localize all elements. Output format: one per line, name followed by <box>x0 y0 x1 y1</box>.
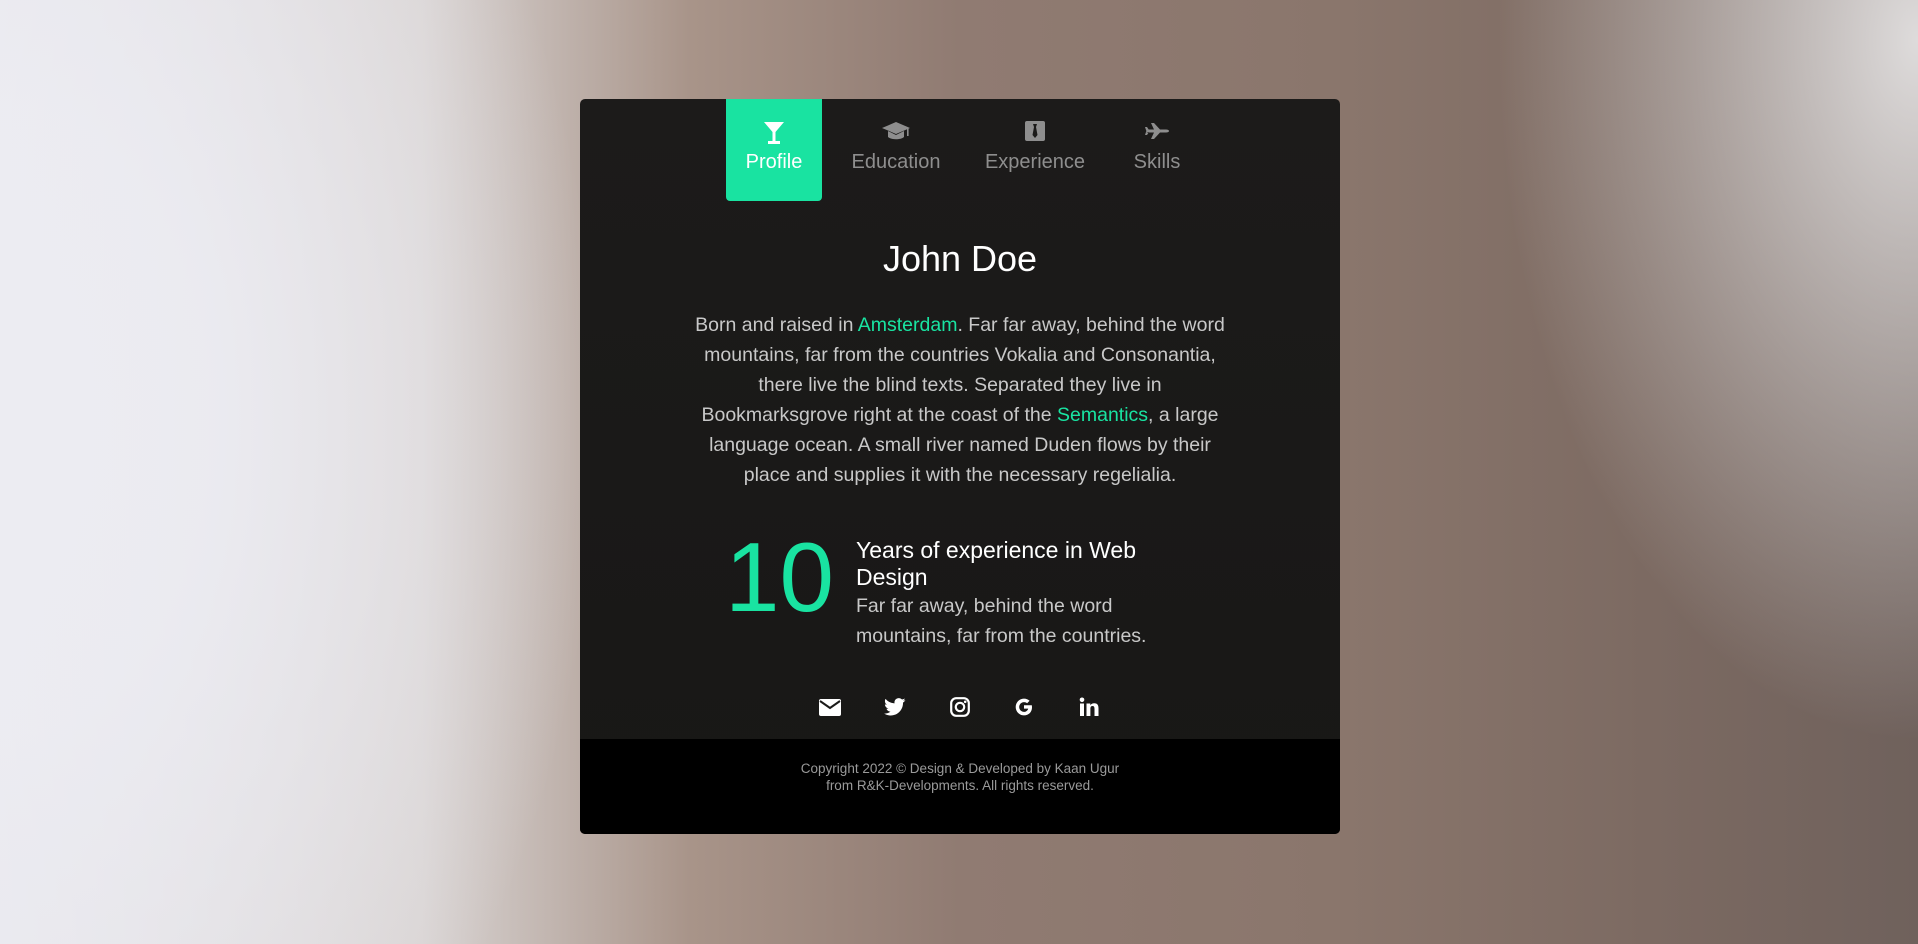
tab-bar: Profile Education Experience Skills <box>580 99 1340 201</box>
tab-label: Education <box>851 151 941 173</box>
experience-stat: 10 Years of experience in Web Design Far… <box>725 527 1205 647</box>
profile-card: Profile Education Experience Skills John… <box>580 99 1340 834</box>
footer: Copyright 2022 © Design & Developed by K… <box>580 739 1340 834</box>
envelope-icon[interactable] <box>816 693 844 721</box>
stat-number: 10 <box>725 522 835 632</box>
tab-education[interactable]: Education <box>842 99 950 201</box>
copyright-text: Copyright 2022 © Design & Developed by K… <box>800 761 1120 776</box>
cocktail-glass-icon <box>763 119 785 147</box>
airplane-icon <box>1144 117 1170 145</box>
google-icon[interactable] <box>1010 693 1038 721</box>
tab-label: Profile <box>745 151 803 173</box>
suit-tie-icon <box>1024 117 1046 145</box>
tab-label: Skills <box>1133 151 1181 173</box>
profile-bio: Born and raised in Amsterdam. Far far aw… <box>695 310 1225 490</box>
amsterdam-link[interactable]: Amsterdam <box>858 314 958 336</box>
copyright-text: from R&K-Developments. All rights reserv… <box>826 778 1094 793</box>
stat-description: Far far away, behind the word mountains,… <box>856 595 1147 647</box>
tab-label: Experience <box>984 151 1086 173</box>
social-links <box>580 693 1340 723</box>
twitter-icon[interactable] <box>881 693 909 721</box>
graduation-cap-icon <box>881 117 911 145</box>
tab-skills[interactable]: Skills <box>1120 99 1194 201</box>
stat-title: Years of experience in Web Design <box>856 537 1137 590</box>
profile-name: John Doe <box>882 238 1038 279</box>
tab-experience[interactable]: Experience <box>977 99 1093 201</box>
linkedin-icon[interactable] <box>1075 693 1103 721</box>
semantics-link[interactable]: Semantics <box>1057 404 1148 426</box>
instagram-icon[interactable] <box>946 693 974 721</box>
tab-profile[interactable]: Profile <box>726 99 822 201</box>
bio-text: Born and raised in <box>695 314 858 336</box>
